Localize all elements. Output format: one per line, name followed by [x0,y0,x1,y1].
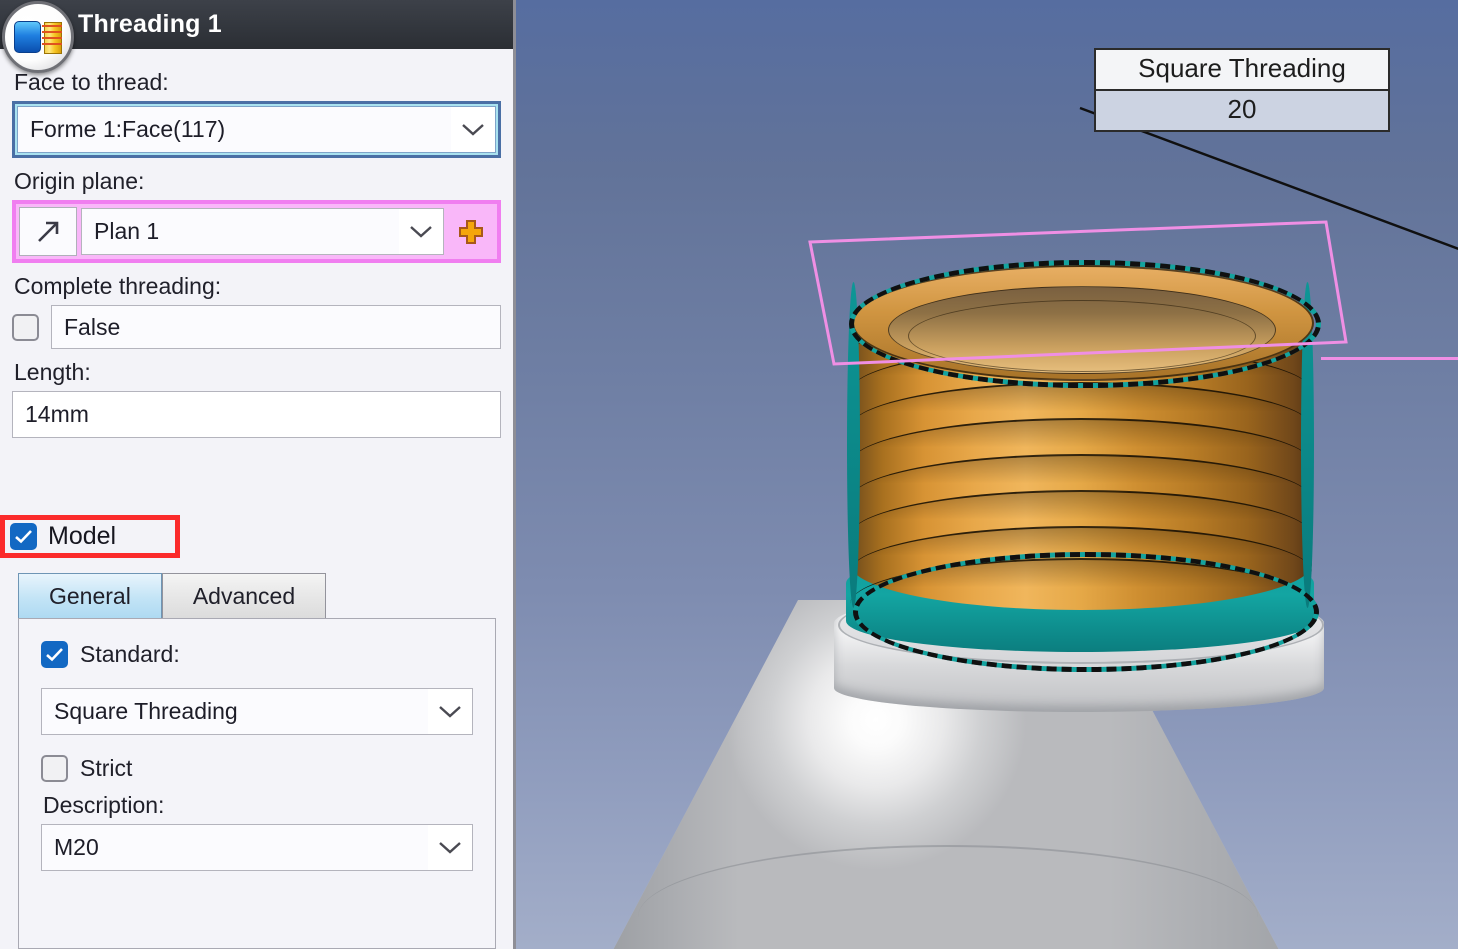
general-tab-panel: Standard: Square Threading Strict Descri… [18,618,496,949]
arrow-pick-icon[interactable] [19,207,77,256]
strict-label: Strict [80,755,133,781]
strict-checkbox[interactable] [41,755,68,782]
thread-ridge [850,454,1312,500]
tab-general[interactable]: General [18,573,162,618]
face-to-thread-combobox[interactable]: Forme 1:Face(117) [17,106,496,153]
description-combobox[interactable]: M20 [41,824,473,871]
threading-icon [2,1,74,73]
tab-advanced[interactable]: Advanced [161,573,327,618]
standard-checkbox[interactable] [41,641,68,668]
standard-value: Square Threading [54,698,238,724]
length-input[interactable]: 14mm [12,391,501,438]
complete-threading-field[interactable]: False [51,305,501,349]
length-value: 14mm [25,401,89,427]
model-label: Model [48,522,117,550]
cad-application-window: Square Threading 20 14 [0,0,1458,949]
origin-plane-highlight: Plan 1 [12,200,501,263]
thread-ridge [850,526,1312,572]
threading-property-panel: Threading 1 Face to thread: Forme 1:Face… [0,0,516,949]
panel-titlebar: Threading 1 [0,0,513,73]
threading-callout-label[interactable]: Square Threading 20 [1094,48,1390,132]
callout-value: 20 [1096,91,1388,130]
origin-plane-value: Plan 1 [94,218,160,244]
standard-row: Standard: [41,641,473,668]
chevron-down-icon[interactable] [399,209,443,254]
description-label: Description: [43,792,165,818]
model-checkbox-row[interactable]: Model [10,522,116,551]
complete-threading-label: Complete threading: [14,273,222,299]
callout-leader-line [1076,100,1458,320]
panel-title: Threading 1 [78,10,222,38]
length-label: Length: [14,359,91,385]
origin-plane-combobox[interactable]: Plan 1 [81,208,444,255]
origin-plane-horizontal-edge [1321,357,1458,360]
tab-bar: General Advanced [18,573,327,618]
standard-label: Standard: [80,641,180,667]
plus-icon[interactable] [448,208,494,255]
complete-threading-value: False [64,313,121,340]
face-to-thread-label: Face to thread: [14,69,169,95]
complete-threading-row: False [12,305,501,349]
chevron-down-icon[interactable] [428,825,472,870]
thread-ridge [850,382,1312,428]
thread-ridge [850,490,1312,536]
chevron-down-icon[interactable] [451,107,495,152]
callout-title: Square Threading [1096,50,1388,91]
complete-threading-checkbox[interactable] [12,313,39,341]
thread-ridge [850,418,1312,464]
3d-viewport[interactable]: Square Threading 20 14 [516,0,1458,949]
chevron-down-icon[interactable] [428,689,472,734]
description-value: M20 [54,834,99,860]
strict-row: Strict [41,755,473,782]
face-to-thread-value: Forme 1:Face(117) [30,116,226,142]
model-checkbox[interactable] [10,523,37,550]
panel-body: Face to thread: Forme 1:Face(117) Origin… [0,49,513,438]
origin-plane-label: Origin plane: [14,168,145,194]
standard-combobox[interactable]: Square Threading [41,688,473,735]
face-to-thread-focus-ring: Forme 1:Face(117) [12,101,501,158]
